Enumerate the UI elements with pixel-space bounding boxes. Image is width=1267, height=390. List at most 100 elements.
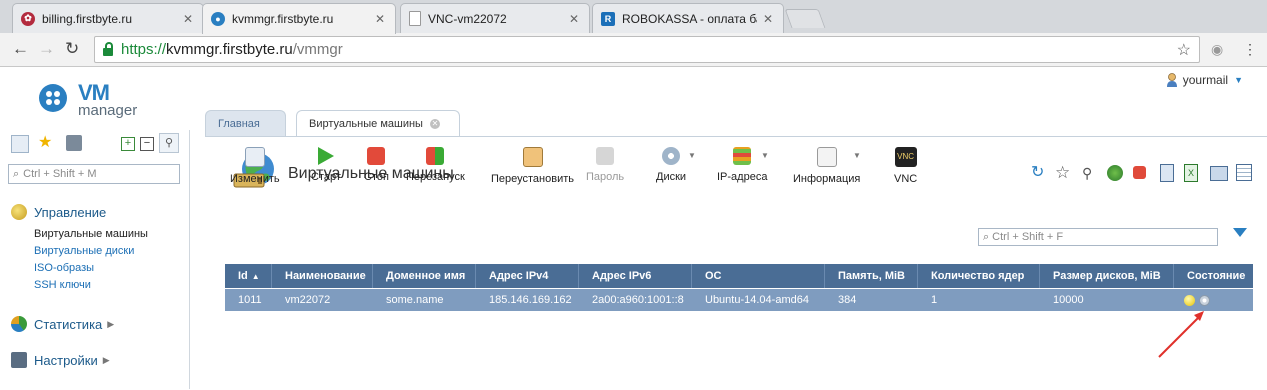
address-bar[interactable]: https://kvmmgr.firstbyte.ru/vmmgr ☆	[94, 36, 1200, 63]
forward-icon[interactable]: →	[38, 40, 55, 58]
user-menu[interactable]: yourmail ▼	[1166, 73, 1243, 87]
extension-icon[interactable]: ◉	[1211, 40, 1223, 58]
collapse-all-icon[interactable]: −	[140, 137, 154, 151]
column-header-id[interactable]: Id ▲	[225, 264, 272, 288]
chevron-right-icon: ▶	[107, 318, 115, 329]
close-tab-icon[interactable]: ✕	[183, 12, 193, 26]
browser-tab-vnc[interactable]: VNC-vm22072 ✕	[400, 3, 590, 33]
browser-tab-kvmmgr[interactable]: ● kvmmgr.firstbyte.ru ✕	[202, 3, 396, 34]
management-icon	[11, 204, 27, 220]
browser-tab-robokassa[interactable]: R ROBOKASSA - оплата бан ✕	[592, 3, 784, 33]
web-globe-icon[interactable]	[1107, 165, 1123, 181]
back-icon[interactable]: ←	[12, 40, 29, 58]
column-header-disk-size[interactable]: Размер дисков, MiB	[1040, 264, 1174, 288]
reinstall-button[interactable]: Переустановить	[491, 147, 574, 185]
tab-home[interactable]: Главная	[205, 110, 286, 136]
reinstall-icon	[522, 147, 543, 167]
close-tab-icon[interactable]: ✕	[375, 12, 385, 26]
browser-tab-bar: ✿ billing.firstbyte.ru ✕ ● kvmmgr.firstb…	[0, 0, 1267, 34]
favorites-star-icon[interactable]: ★	[38, 135, 54, 151]
vmmanager-logo: VM manager	[38, 80, 148, 123]
info-button[interactable]: Информация ▼	[793, 147, 861, 185]
menu-icon[interactable]: ⋮	[1243, 40, 1257, 58]
cell-ipv6: 2a00:a960:1001::8	[592, 294, 684, 306]
ip-addresses-button[interactable]: IP-адреса ▼	[717, 147, 769, 183]
chevron-down-icon: ▼	[688, 151, 696, 160]
cell-ipv4: 185.146.169.162	[489, 294, 572, 306]
print-icon[interactable]	[1210, 166, 1228, 181]
start-button[interactable]: Старт	[311, 147, 341, 183]
stop-all-icon[interactable]	[1133, 166, 1146, 179]
table-filter-input[interactable]: ⌕ Ctrl + Shift + F	[978, 228, 1218, 246]
disks-button[interactable]: Диски ▼	[656, 147, 696, 183]
chevron-down-icon: ▼	[1234, 75, 1243, 85]
pin-icon[interactable]: ⚲	[1082, 165, 1092, 181]
stop-icon	[367, 147, 386, 165]
chevron-down-icon: ▼	[853, 151, 861, 160]
edit-icon	[244, 147, 265, 167]
sidebar-item-virtual-disks[interactable]: Виртуальные диски	[34, 245, 134, 257]
vmmanager-favicon-icon: ●	[211, 12, 225, 26]
cell-os: Ubuntu-14.04-amd64	[705, 294, 809, 306]
tab-virtual-machines[interactable]: Виртуальные машины ✕	[296, 110, 460, 137]
new-tab-button[interactable]	[784, 9, 826, 28]
key-icon	[596, 147, 615, 165]
browser-toolbar: ← → ↻ https://kvmmgr.firstbyte.ru/vmmgr …	[0, 33, 1267, 67]
column-header-os[interactable]: ОС	[692, 264, 825, 288]
column-header-ipv4[interactable]: Адрес IPv4	[476, 264, 579, 288]
excel-export-icon[interactable]: X	[1184, 164, 1198, 182]
column-header-cores[interactable]: Количество ядер	[918, 264, 1040, 288]
lock-icon	[103, 41, 113, 56]
close-tab-icon[interactable]: ✕	[763, 12, 773, 26]
refresh-icon[interactable]: ↻	[1031, 165, 1044, 181]
search-icon: ⌕	[983, 230, 990, 243]
sort-asc-icon: ▲	[251, 271, 260, 281]
sidebar-section-settings[interactable]: Настройки ▶	[11, 352, 110, 368]
column-header-memory[interactable]: Память, MiB	[825, 264, 918, 288]
lightbulb-icon	[1184, 294, 1195, 306]
favorite-star-icon[interactable]: ☆	[1055, 164, 1070, 181]
close-tab-icon[interactable]: ✕	[569, 12, 579, 26]
reload-icon[interactable]: ↻	[65, 40, 79, 58]
table-settings-icon[interactable]	[1236, 164, 1252, 181]
annotation-arrow-icon	[1158, 311, 1204, 358]
stop-button[interactable]: Стоп	[364, 147, 389, 183]
page-icon	[409, 11, 421, 26]
column-header-state[interactable]: Состояние	[1174, 264, 1253, 288]
vm-table: Id ▲ Наименование Доменное имя Адрес IPv4…	[225, 264, 1253, 311]
chevron-down-icon: ▼	[761, 151, 769, 160]
clipboard-icon[interactable]	[66, 135, 82, 151]
tree-view-icon[interactable]	[11, 135, 29, 153]
play-icon	[317, 147, 334, 165]
edit-button[interactable]: Изменить	[230, 147, 280, 185]
sidebar-item-virtual-machines[interactable]: Виртуальные машины	[34, 228, 148, 240]
column-header-domain[interactable]: Доменное имя	[373, 264, 476, 288]
bookmark-star-icon[interactable]: ☆	[1177, 40, 1191, 60]
filter-icon[interactable]	[1233, 228, 1247, 237]
disk-icon	[662, 147, 681, 165]
sidebar-section-management[interactable]: Управление	[11, 204, 106, 220]
column-header-ipv6[interactable]: Адрес IPv6	[579, 264, 692, 288]
cell-cores: 1	[931, 294, 938, 306]
copy-icon[interactable]	[1160, 164, 1174, 182]
sidebar-section-statistics[interactable]: Статистика ▶	[11, 316, 114, 332]
sidebar-search-input[interactable]: ⌕ Ctrl + Shift + M	[8, 164, 180, 184]
vnc-icon: VNC	[894, 147, 917, 167]
search-icon: ⌕	[13, 167, 20, 180]
sidebar-item-iso-images[interactable]: ISO-образы	[34, 262, 94, 274]
table-row[interactable]: 1011 vm22072 some.name 185.146.169.162 2…	[225, 288, 1253, 311]
restart-button[interactable]: Перезапуск	[406, 147, 465, 183]
pin-icon[interactable]: ⚲	[159, 133, 179, 153]
chevron-right-icon: ▶	[102, 354, 110, 365]
expand-all-icon[interactable]: +	[121, 137, 135, 151]
column-header-name[interactable]: Наименование	[272, 264, 373, 288]
cell-id: 1011	[238, 294, 262, 306]
info-icon	[816, 147, 837, 167]
billing-favicon-icon: ✿	[21, 11, 35, 26]
sidebar-item-ssh-keys[interactable]: SSH ключи	[34, 279, 91, 291]
password-button[interactable]: Пароль	[586, 147, 624, 183]
close-tab-icon[interactable]: ✕	[429, 119, 440, 129]
vnc-button[interactable]: VNC VNC	[894, 147, 917, 185]
cell-domain: some.name	[386, 294, 444, 306]
browser-tab-billing[interactable]: ✿ billing.firstbyte.ru ✕	[12, 3, 204, 33]
